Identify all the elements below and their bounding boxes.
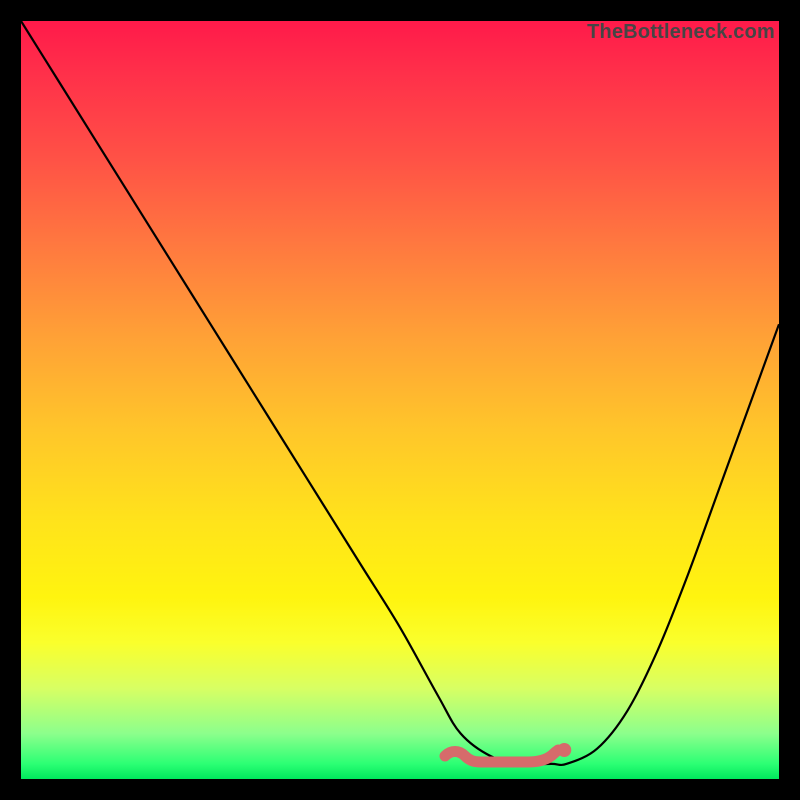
optimal-marker [439, 740, 578, 770]
optimal-marker-endpoint [558, 743, 572, 757]
optimal-marker-path [445, 750, 558, 762]
bottleneck-curve [21, 21, 779, 779]
curve-line [21, 21, 779, 765]
watermark-text: TheBottleneck.com [587, 21, 775, 44]
chart-frame: TheBottleneck.com [21, 21, 779, 779]
